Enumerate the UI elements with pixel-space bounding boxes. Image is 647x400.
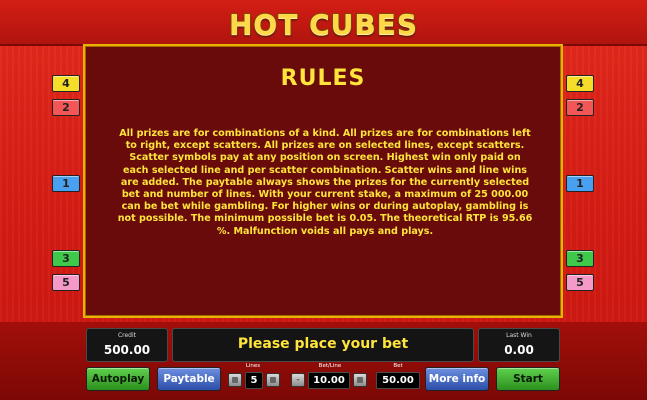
more-info-button[interactable]: More info bbox=[425, 367, 489, 391]
square-icon bbox=[357, 377, 363, 383]
bet-label: Bet bbox=[393, 363, 403, 369]
bet-value: 50.00 bbox=[376, 372, 420, 389]
line-marker-right-2: 2 bbox=[566, 99, 594, 116]
square-icon bbox=[270, 377, 276, 383]
line-marker-right-3: 3 bbox=[566, 250, 594, 267]
credit-display: Credit 500.00 bbox=[86, 328, 168, 362]
line-marker-left-1: 1 bbox=[52, 175, 80, 192]
last-win-value: 0.00 bbox=[504, 343, 534, 357]
start-button[interactable]: Start bbox=[496, 367, 560, 391]
square-icon bbox=[232, 377, 238, 383]
status-message: Please place your bet bbox=[172, 328, 474, 362]
rules-heading: RULES bbox=[280, 66, 366, 91]
game-title: HOT CUBES bbox=[228, 8, 418, 41]
lines-value: 5 bbox=[245, 372, 263, 389]
bet-line-label: Bet/Line bbox=[318, 363, 342, 369]
line-marker-left-2: 2 bbox=[52, 99, 80, 116]
credit-value: 500.00 bbox=[103, 343, 151, 357]
rules-panel: RULES All prizes are for combinations of… bbox=[83, 44, 563, 318]
lines-decrease-button[interactable] bbox=[228, 373, 242, 387]
autoplay-button[interactable]: Autoplay bbox=[86, 367, 150, 391]
lines-label: Lines bbox=[245, 363, 261, 369]
bet-line-decrease-button[interactable]: - bbox=[291, 373, 305, 387]
line-marker-right-5: 5 bbox=[566, 274, 594, 291]
credit-label: Credit bbox=[117, 332, 137, 339]
bet-line-increase-button[interactable] bbox=[353, 373, 367, 387]
line-marker-left-5: 5 bbox=[52, 274, 80, 291]
last-win-label: Last Win bbox=[506, 332, 532, 339]
lines-increase-button[interactable] bbox=[266, 373, 280, 387]
rules-text: All prizes are for combinations of a kin… bbox=[117, 128, 533, 237]
game-screen: HOT CUBES 4 2 1 3 5 4 2 1 3 5 RULES All … bbox=[0, 0, 647, 400]
line-marker-right-1: 1 bbox=[566, 175, 594, 192]
line-marker-right-4: 4 bbox=[566, 75, 594, 92]
bet-line-value: 10.00 bbox=[308, 372, 350, 389]
last-win-display: Last Win 0.00 bbox=[478, 328, 560, 362]
line-marker-left-4: 4 bbox=[52, 75, 80, 92]
line-marker-left-3: 3 bbox=[52, 250, 80, 267]
paytable-button[interactable]: Paytable bbox=[157, 367, 221, 391]
